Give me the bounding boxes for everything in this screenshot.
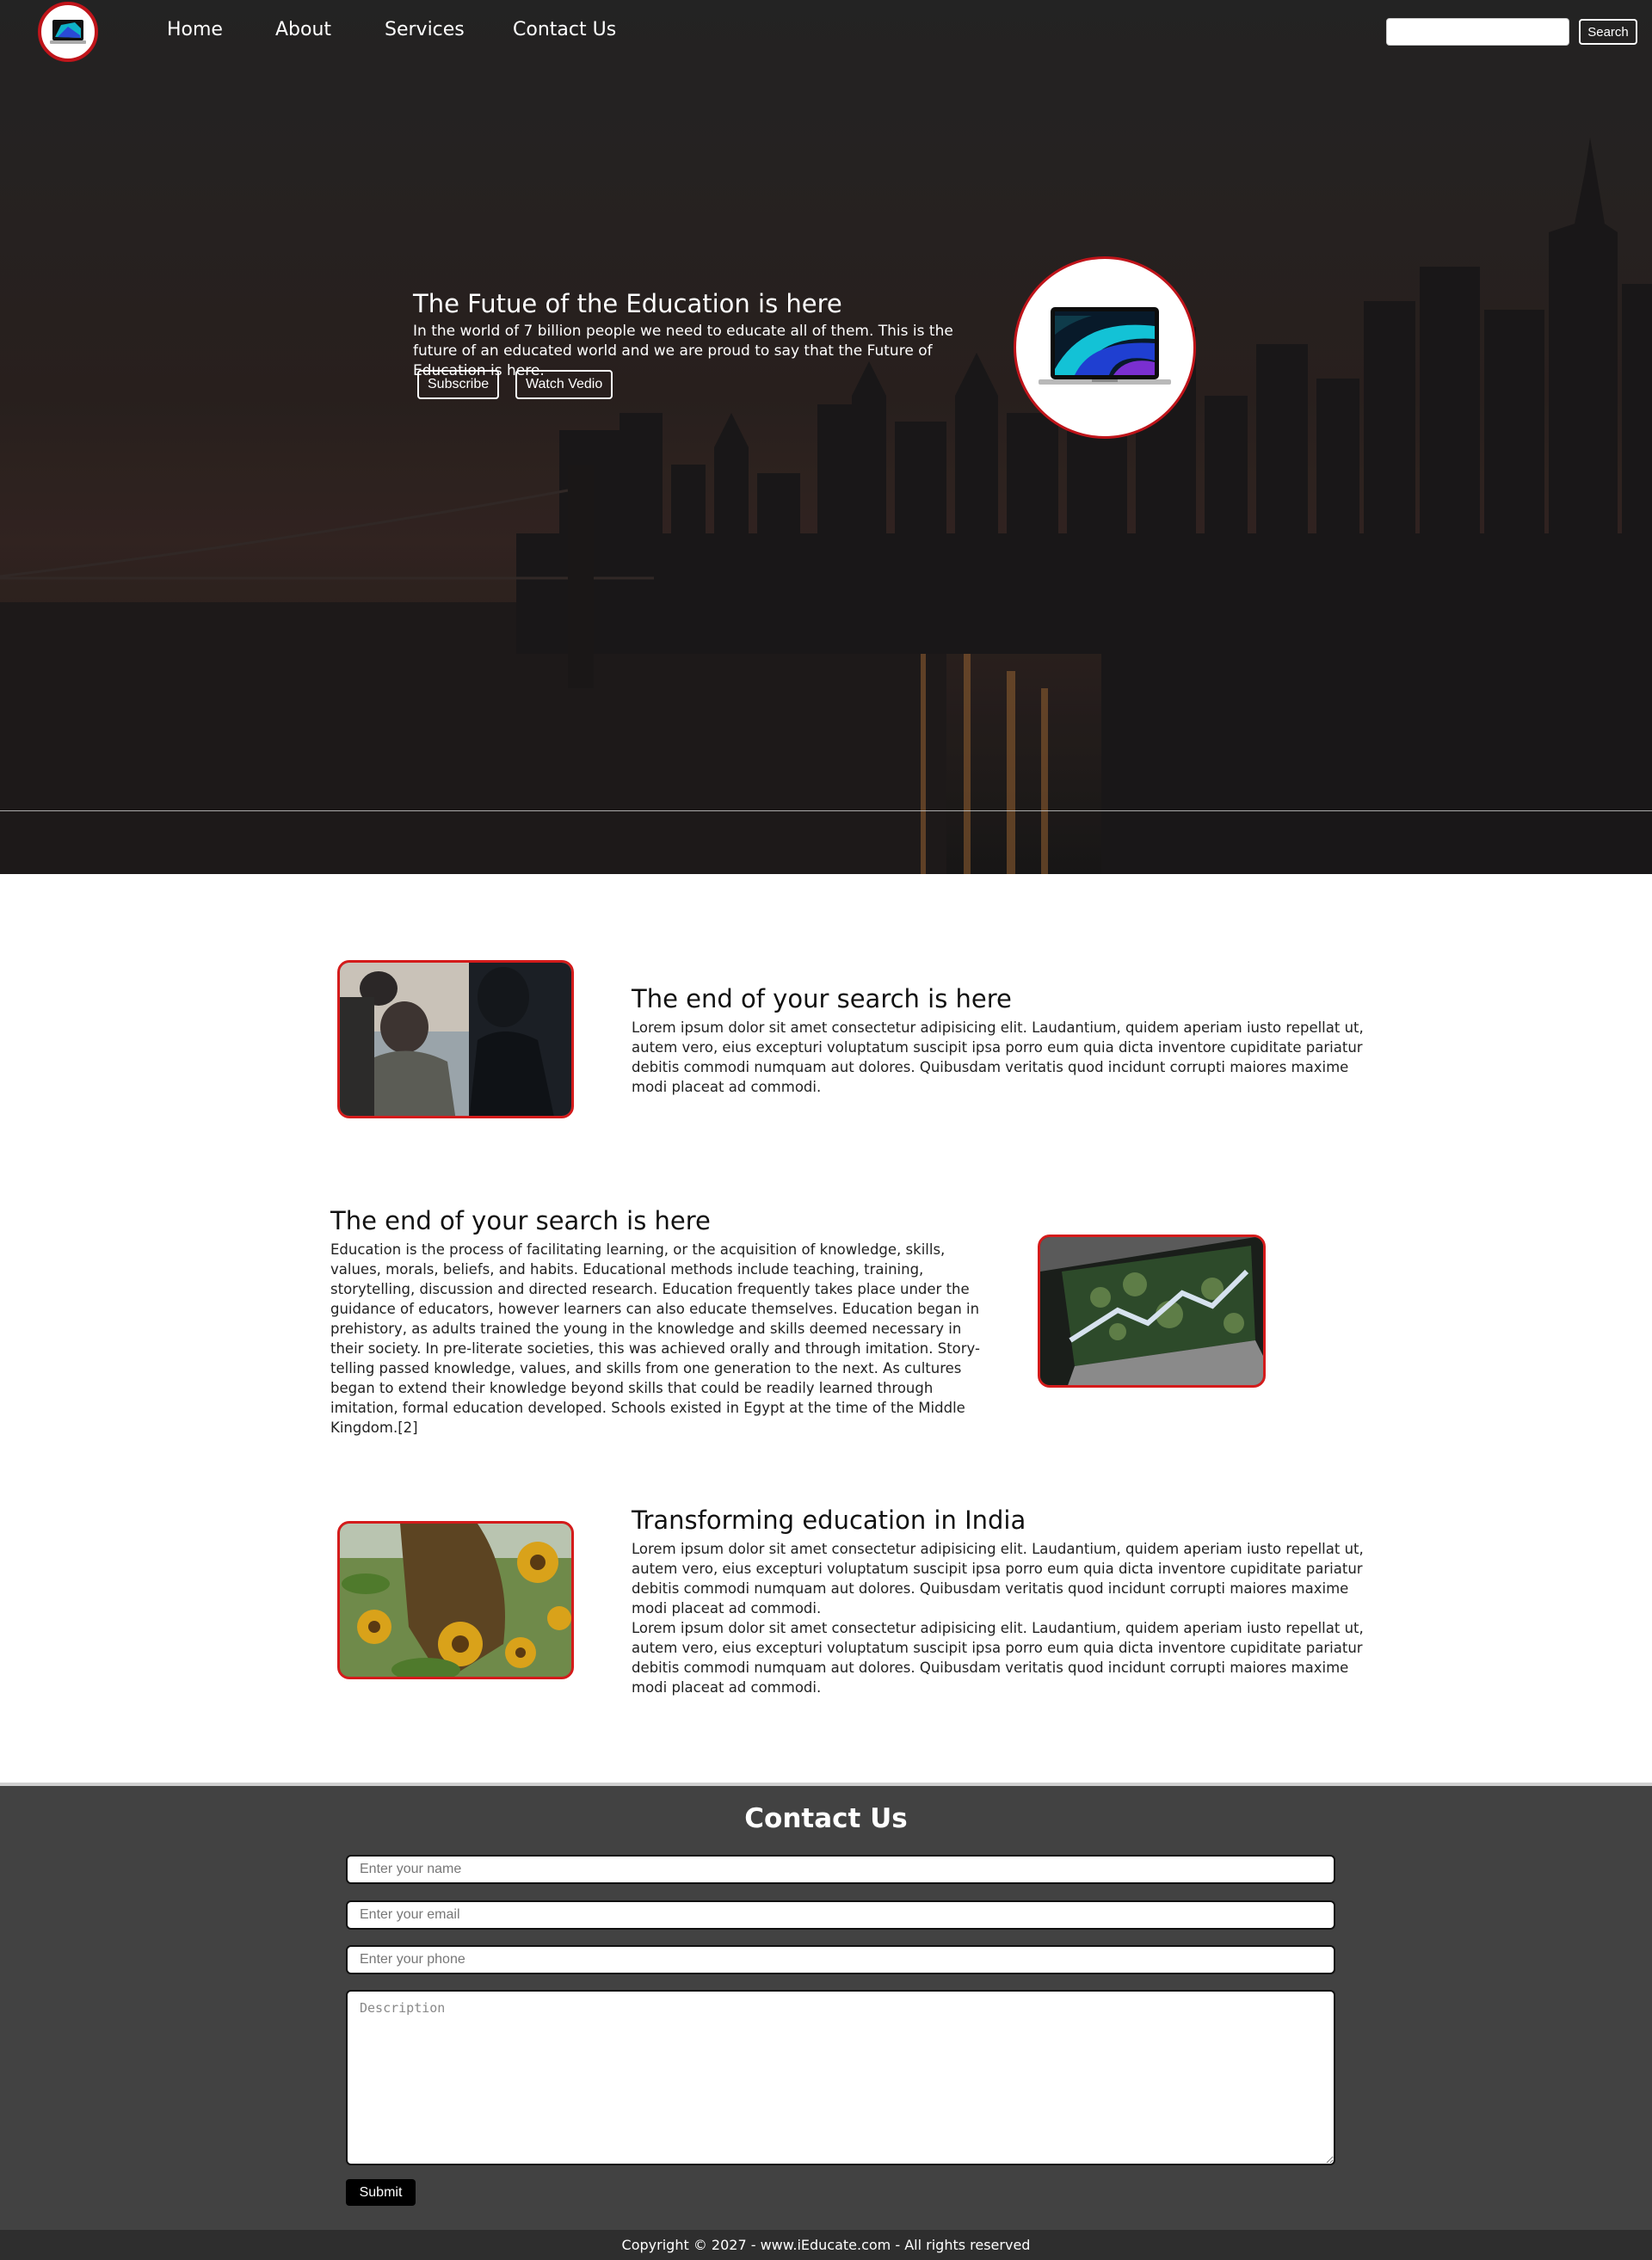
search-button[interactable]: Search xyxy=(1579,19,1637,45)
nav-home[interactable]: Home xyxy=(167,19,223,40)
laptop-icon xyxy=(50,20,86,44)
email-field[interactable] xyxy=(346,1900,1335,1930)
laptop-chart-photo xyxy=(1040,1237,1263,1385)
section-3-text-2: Lorem ipsum dolor sit amet consectetur a… xyxy=(632,1620,1364,1696)
watch-video-button[interactable]: Watch Vedio xyxy=(515,370,613,399)
hero-laptop-image xyxy=(1014,256,1196,439)
sunflower-photo xyxy=(340,1524,571,1677)
hero-section: Home About Services Contact Us Search Th… xyxy=(0,0,1652,874)
section-1-title: The end of your search is here xyxy=(632,984,1012,1013)
section-3-text: Lorem ipsum dolor sit amet consectetur a… xyxy=(632,1541,1364,1616)
top-navbar: Home About Services Contact Us Search xyxy=(0,0,1652,65)
students-photo xyxy=(340,963,571,1116)
contact-title: Contact Us xyxy=(744,1803,908,1834)
section-2-image xyxy=(1038,1235,1266,1388)
city-skyline-background xyxy=(0,0,1652,874)
nav-services[interactable]: Services xyxy=(385,19,465,40)
laptop-icon xyxy=(1039,307,1171,385)
section-2-text: Education is the process of facilitating… xyxy=(330,1241,980,1436)
section-3-image xyxy=(337,1521,574,1679)
logo[interactable] xyxy=(38,2,98,62)
section-3-title: Transforming education in India xyxy=(632,1506,1026,1535)
footer: Copyright © 2027 - www.iEducate.com - Al… xyxy=(0,2230,1652,2260)
name-field[interactable] xyxy=(346,1855,1335,1884)
contact-section: Contact Us Submit xyxy=(0,1783,1652,2230)
nav-contact-us[interactable]: Contact Us xyxy=(513,19,616,40)
hero-divider xyxy=(0,810,1652,811)
subscribe-button[interactable]: Subscribe xyxy=(417,370,500,399)
phone-field[interactable] xyxy=(346,1945,1335,1974)
copyright-text: Copyright © 2027 - www.iEducate.com - Al… xyxy=(621,2237,1031,2253)
search-input[interactable] xyxy=(1386,18,1569,46)
section-1-text: Lorem ipsum dolor sit amet consectetur a… xyxy=(632,1019,1364,1095)
section-2-title: The end of your search is here xyxy=(330,1206,711,1235)
hero-title: The Futue of the Education is here xyxy=(413,289,842,318)
submit-button[interactable]: Submit xyxy=(346,2179,416,2206)
description-field[interactable] xyxy=(346,1990,1335,2165)
nav-about[interactable]: About xyxy=(275,19,331,40)
section-1-image xyxy=(337,960,574,1118)
